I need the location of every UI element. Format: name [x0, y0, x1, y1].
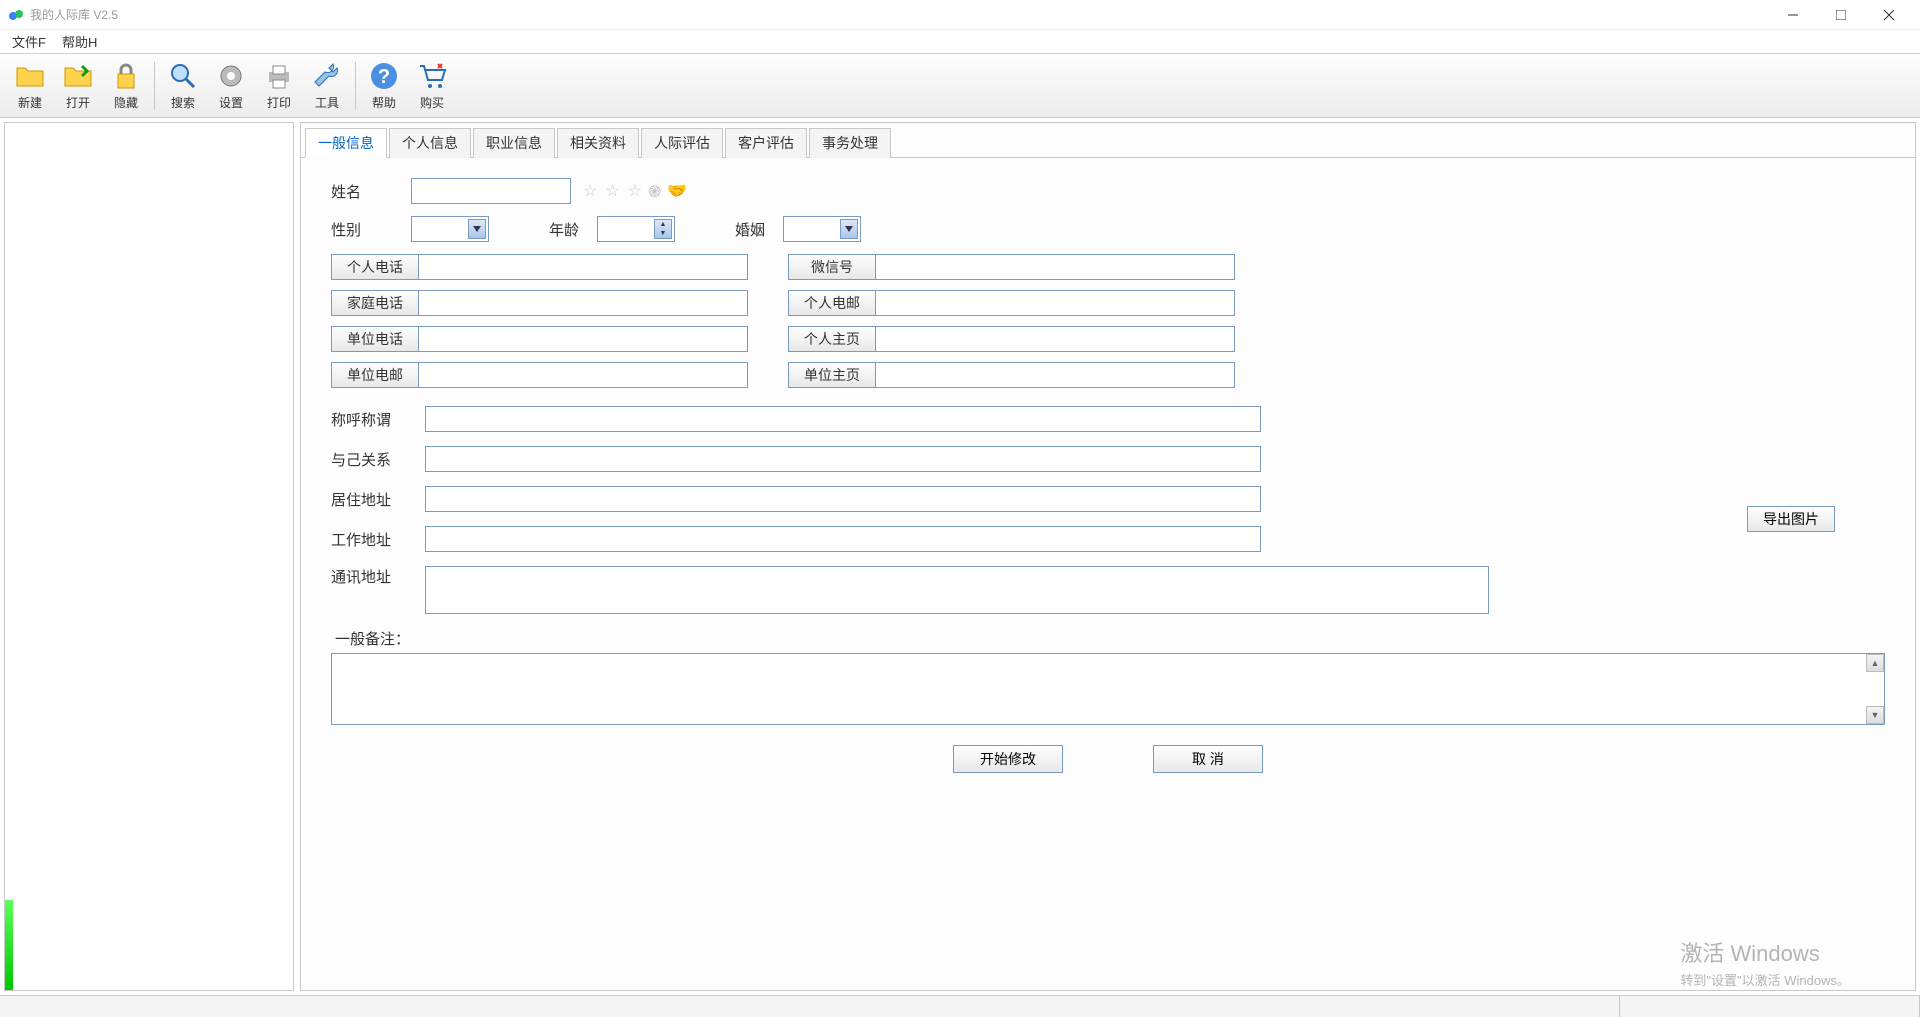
tb-help[interactable]: ? 帮助: [360, 58, 408, 114]
lock-icon: [110, 60, 142, 92]
help-icon: ?: [368, 60, 400, 92]
print-icon: [263, 60, 295, 92]
label-nickname: 称呼称谓: [331, 409, 425, 430]
btn-work-email[interactable]: 单位电邮: [331, 362, 419, 388]
main-area: 一般信息 个人信息 职业信息 相关资料 人际评估 客户评估 事务处理 姓名 ☆ …: [0, 118, 1920, 995]
spinner-age[interactable]: ▲▼: [597, 216, 675, 242]
tab-interpersonal[interactable]: 人际评估: [641, 128, 723, 158]
tab-general[interactable]: 一般信息: [305, 128, 387, 158]
label-remarks: 一般备注：: [335, 628, 1885, 649]
combo-marriage[interactable]: [783, 216, 861, 242]
window-controls: [1770, 0, 1912, 30]
combo-gender[interactable]: [411, 216, 489, 242]
tab-customer[interactable]: 客户评估: [725, 128, 807, 158]
input-mail-addr[interactable]: [425, 566, 1489, 614]
statusbar: [0, 995, 1920, 1017]
menubar: 文件F 帮助H: [0, 30, 1920, 54]
tb-buy[interactable]: 购买: [408, 58, 456, 114]
tb-hide[interactable]: 隐藏: [102, 58, 150, 114]
input-wechat[interactable]: [875, 254, 1235, 280]
btn-wechat[interactable]: 微信号: [788, 254, 876, 280]
btn-work-page[interactable]: 单位主页: [788, 362, 876, 388]
money-icon[interactable]: ֎: [648, 180, 661, 202]
search-icon: [167, 60, 199, 92]
scrollbar[interactable]: ▲▼: [1866, 654, 1884, 724]
label-name: 姓名: [331, 181, 411, 202]
toolbar-separator: [154, 62, 155, 110]
tab-career[interactable]: 职业信息: [473, 128, 555, 158]
tb-print[interactable]: 打印: [255, 58, 303, 114]
label-marriage: 婚姻: [735, 219, 783, 240]
input-work-email[interactable]: [418, 362, 748, 388]
input-work-addr[interactable]: [425, 526, 1261, 552]
menu-help[interactable]: 帮助H: [54, 30, 105, 53]
tb-open[interactable]: 打开: [54, 58, 102, 114]
toolbar-separator: [355, 62, 356, 110]
btn-work-phone[interactable]: 单位电话: [331, 326, 419, 352]
input-work-page[interactable]: [875, 362, 1235, 388]
tb-settings[interactable]: 设置: [207, 58, 255, 114]
minimize-button[interactable]: [1770, 0, 1816, 30]
btn-personal-page[interactable]: 个人主页: [788, 326, 876, 352]
folder-open-icon: [62, 60, 94, 92]
window-title: 我的人际库 V2.5: [30, 6, 1770, 23]
gear-icon: [215, 60, 247, 92]
tb-tools[interactable]: 工具: [303, 58, 351, 114]
folder-new-icon: [14, 60, 46, 92]
input-personal-phone[interactable]: [418, 254, 748, 280]
label-work-addr: 工作地址: [331, 529, 425, 550]
btn-home-phone[interactable]: 家庭电话: [331, 290, 419, 316]
tb-search[interactable]: 搜索: [159, 58, 207, 114]
star-icon[interactable]: ☆: [628, 181, 642, 201]
tab-related[interactable]: 相关资料: [557, 128, 639, 158]
tab-strip: 一般信息 个人信息 职业信息 相关资料 人际评估 客户评估 事务处理: [301, 123, 1915, 158]
cart-icon: [416, 60, 448, 92]
label-mail-addr: 通讯地址: [331, 566, 425, 587]
input-home-phone[interactable]: [418, 290, 748, 316]
star-icon[interactable]: ☆: [605, 181, 619, 201]
maximize-button[interactable]: [1818, 0, 1864, 30]
tab-affairs[interactable]: 事务处理: [809, 128, 891, 158]
sidebar-grip: [5, 900, 13, 990]
toolbar: 新建 打开 隐藏 搜索 设置 打印 工具 ? 帮助 购买: [0, 54, 1920, 118]
btn-personal-email[interactable]: 个人电邮: [788, 290, 876, 316]
form-area: 姓名 ☆ ☆ ☆ ֎ 🤝 性别 年龄 ▲▼: [301, 158, 1915, 990]
sidebar-tree[interactable]: [4, 122, 294, 991]
start-edit-button[interactable]: 开始修改: [953, 745, 1063, 773]
input-name[interactable]: [411, 178, 571, 204]
input-personal-page[interactable]: [875, 326, 1235, 352]
star-icon[interactable]: ☆: [583, 181, 597, 201]
tb-new[interactable]: 新建: [6, 58, 54, 114]
titlebar: 我的人际库 V2.5: [0, 0, 1920, 30]
tab-personal[interactable]: 个人信息: [389, 128, 471, 158]
wrench-icon: [311, 60, 343, 92]
input-nickname[interactable]: [425, 406, 1261, 432]
rating-icons: ☆ ☆ ☆ ֎ 🤝: [581, 180, 687, 202]
textarea-remarks[interactable]: ▲▼: [331, 653, 1885, 725]
input-home-addr[interactable]: [425, 486, 1261, 512]
app-icon: [8, 7, 24, 23]
label-gender: 性别: [331, 219, 411, 240]
btn-personal-phone[interactable]: 个人电话: [331, 254, 419, 280]
menu-file[interactable]: 文件F: [4, 30, 54, 53]
handshake-icon[interactable]: 🤝: [667, 181, 687, 201]
cancel-button[interactable]: 取 消: [1153, 745, 1263, 773]
svg-text:?: ?: [378, 66, 390, 88]
content-panel: 一般信息 个人信息 职业信息 相关资料 人际评估 客户评估 事务处理 姓名 ☆ …: [300, 122, 1916, 991]
label-home-addr: 居住地址: [331, 489, 425, 510]
input-personal-email[interactable]: [875, 290, 1235, 316]
label-relation: 与己关系: [331, 449, 425, 470]
close-button[interactable]: [1866, 0, 1912, 30]
label-age: 年龄: [549, 219, 597, 240]
input-relation[interactable]: [425, 446, 1261, 472]
export-image-button[interactable]: 导出图片: [1747, 506, 1835, 532]
input-work-phone[interactable]: [418, 326, 748, 352]
